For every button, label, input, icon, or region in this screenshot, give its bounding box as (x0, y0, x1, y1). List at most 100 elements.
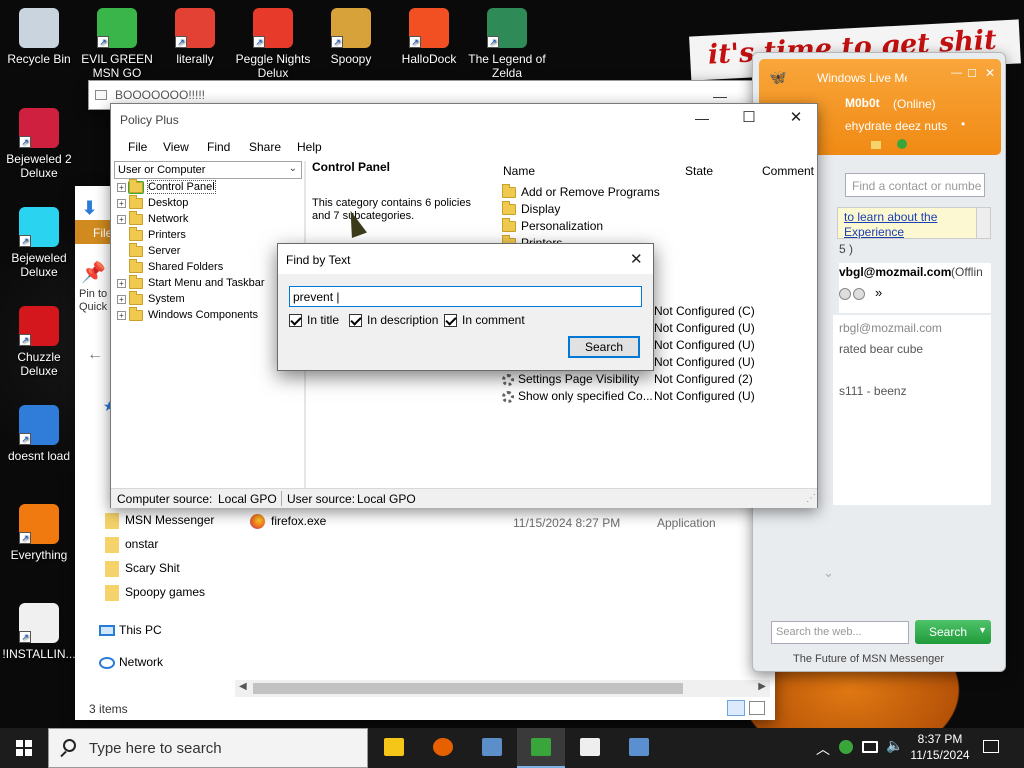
spaces-icon[interactable] (897, 139, 907, 149)
desktop-icon[interactable]: ↗ Bejeweled Deluxe (0, 207, 78, 279)
desktop-icon[interactable]: ↗ Chuzzle Deluxe (0, 306, 78, 378)
desktop-icon[interactable]: ↗ Everything (0, 504, 78, 576)
play-icon[interactable] (853, 288, 865, 300)
nav-folder-item[interactable]: Spoopy games (105, 585, 214, 609)
msn-personal-message[interactable]: ehydrate deez nuts (845, 119, 947, 133)
option-in-description[interactable]: In description (349, 313, 438, 328)
contact-beenz[interactable]: s111 - beenz (839, 384, 907, 398)
list-folder-row[interactable]: Add or Remove Programs (502, 184, 660, 202)
nav-folder-item[interactable]: MSN Messenger (105, 513, 214, 537)
file-row[interactable]: firefox.exe (250, 514, 326, 530)
more-chevron-icon[interactable]: » (875, 285, 882, 300)
mail-icon[interactable] (871, 141, 881, 149)
policy-row[interactable]: Show only specified Co... Not Configured … (502, 389, 812, 406)
checkbox[interactable] (444, 314, 457, 328)
notification-center-icon[interactable] (983, 740, 999, 753)
contact-email[interactable]: vbgl@mozmail.com (839, 265, 951, 279)
taskbar-app-button[interactable] (370, 728, 418, 768)
list-folder-row[interactable]: Display (502, 201, 660, 219)
expand-icon[interactable]: + (117, 182, 126, 192)
network-tray-icon[interactable] (862, 741, 878, 753)
desktop-icon[interactable]: ↗ Bejeweled 2 Deluxe (0, 108, 78, 180)
info-link-line2[interactable]: Experience (844, 225, 904, 239)
find-contact-input[interactable]: Find a contact or number (845, 173, 985, 197)
checkbox[interactable] (289, 314, 302, 328)
this-pc-item[interactable]: This PC (99, 623, 162, 637)
menu-file[interactable]: File (128, 140, 147, 154)
msn-maximize-button[interactable]: ☐ (967, 67, 977, 80)
menu-share[interactable]: Share (249, 140, 281, 154)
col-comment-header[interactable]: Comment (762, 164, 814, 178)
personal-message-dropdown-icon[interactable]: • (961, 117, 965, 131)
desktop-icon[interactable]: ↗ The Legend of Zelda (468, 8, 546, 80)
scroll-left-icon[interactable]: ◀ (239, 681, 247, 692)
taskbar-app-button[interactable] (615, 728, 663, 768)
msn-minimize-button[interactable]: — (951, 67, 962, 79)
tiles-view-icon[interactable] (749, 701, 765, 715)
ribbon-file-tab[interactable]: File (75, 220, 115, 244)
block-icon[interactable] (839, 288, 851, 300)
taskbar-search-box[interactable]: Type here to search (48, 728, 368, 768)
msn-tray-icon[interactable] (839, 740, 853, 754)
menu-view[interactable]: View (163, 140, 189, 154)
pin-label[interactable]: Pin to Quick access (79, 288, 113, 316)
info-link-line1[interactable]: to learn about the (844, 210, 937, 224)
tree-node[interactable]: + Control Panel (117, 178, 305, 197)
expand-icon[interactable]: + (117, 198, 126, 208)
menu-find[interactable]: Find (207, 140, 230, 154)
web-search-input[interactable]: Search the web... (771, 621, 909, 644)
scope-select[interactable]: User or Computer ⌄ (114, 161, 302, 179)
col-state-header[interactable]: State (685, 164, 713, 178)
nav-folder-item[interactable]: onstar (105, 537, 214, 561)
msn-status[interactable]: (Online) (893, 97, 936, 111)
search-options-icon[interactable]: ▼ (978, 625, 987, 635)
menu-help[interactable]: Help (297, 140, 322, 154)
web-search-button[interactable]: Search ▼ (915, 620, 991, 644)
nav-folder-item[interactable]: Scary Shit (105, 561, 214, 585)
taskbar-app-button[interactable] (468, 728, 516, 768)
option-in-comment[interactable]: In comment (444, 313, 525, 328)
tree-node[interactable]: + Desktop (117, 194, 305, 213)
expand-icon[interactable]: + (117, 310, 126, 320)
back-arrow-icon[interactable]: ← (87, 346, 103, 364)
list-folder-row[interactable]: Personalization (502, 218, 660, 236)
horizontal-scrollbar[interactable]: ◀ ▶ (235, 680, 770, 697)
taskbar-app-button[interactable] (419, 728, 467, 768)
expand-icon[interactable]: + (117, 278, 126, 288)
info-scrollbar[interactable] (976, 208, 990, 238)
find-search-button[interactable]: Search (568, 336, 640, 358)
details-view-icon[interactable] (727, 700, 745, 716)
dialog-close-button[interactable]: ✕ (630, 250, 643, 268)
expand-icon[interactable]: + (117, 294, 126, 304)
contact-scroll-down-icon[interactable]: ⌄ (823, 565, 834, 581)
resize-grip-icon[interactable]: ⋰ (806, 493, 816, 504)
scroll-right-icon[interactable]: ▶ (758, 681, 766, 692)
volume-tray-icon[interactable]: 🔈 (886, 737, 903, 754)
desktop-icon[interactable]: ↗ EVIL GREEN MSN GO (78, 8, 156, 80)
start-button[interactable] (0, 728, 48, 768)
expand-icon[interactable]: + (117, 214, 126, 224)
pp-maximize-button[interactable]: ☐ (726, 103, 772, 133)
scroll-thumb[interactable] (253, 683, 683, 694)
search-text-input[interactable]: prevent | (289, 286, 642, 307)
info-bar[interactable]: to learn about the Experience (837, 207, 991, 239)
tree-node[interactable]: + Network (117, 210, 305, 229)
msn-username[interactable]: M0b0t (845, 96, 880, 110)
desktop-icon[interactable]: ↗ !INSTALLIN... (0, 603, 78, 675)
msn-close-button[interactable]: ✕ (985, 66, 995, 80)
desktop-icon[interactable]: ↗ Spoopy (312, 8, 390, 80)
checkbox[interactable] (349, 314, 362, 328)
desktop-icon[interactable]: ↗ doesnt load (0, 405, 78, 477)
policy-row[interactable]: Settings Page Visibility Not Configured (… (502, 372, 812, 389)
network-item[interactable]: Network (99, 655, 163, 669)
desktop-icon[interactable]: ↗ HalloDock (390, 8, 468, 80)
desktop-icon[interactable]: ↗ Peggle Nights Delux (234, 8, 312, 80)
contact-card[interactable]: vbgl@mozmail.com (Offlin » (839, 263, 991, 313)
option-in-title[interactable]: In title (289, 313, 339, 328)
contact-email-2[interactable]: rbgl@mozmail.com (839, 321, 942, 335)
pp-minimize-button[interactable]: — (679, 103, 725, 133)
clock[interactable]: 8:37 PM 11/15/2024 (904, 731, 976, 763)
taskbar-app-button[interactable] (566, 728, 614, 768)
chevron-up-icon[interactable]: ︿ (816, 739, 830, 759)
taskbar-app-button[interactable] (517, 728, 565, 768)
